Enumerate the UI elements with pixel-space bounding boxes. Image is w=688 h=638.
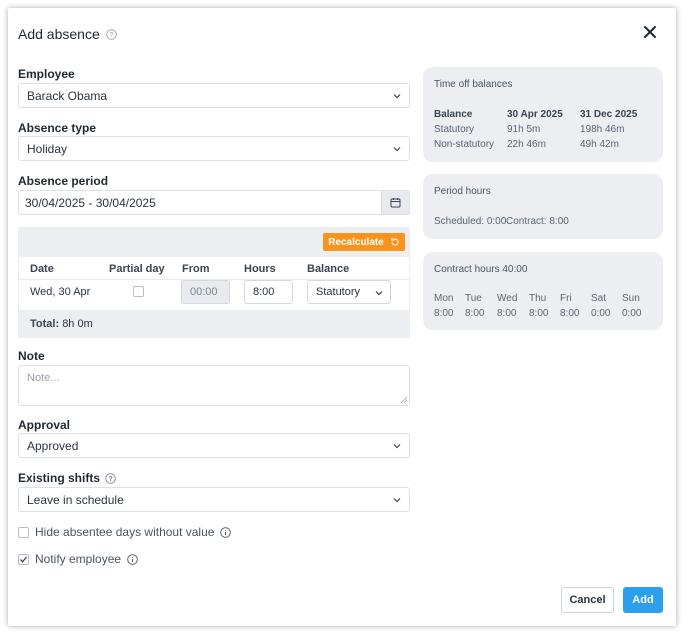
column-header-balance: Balance <box>307 263 350 275</box>
day-hours: 8:00 <box>560 308 580 319</box>
calendar-button[interactable] <box>381 190 410 215</box>
day-label: Thu <box>529 293 547 304</box>
day-label: Sun <box>622 293 640 304</box>
existing-shifts-label: Existing shifts <box>18 471 101 485</box>
balance-row-value: 91h 5m <box>507 124 541 135</box>
absence-period-label: Absence period <box>18 174 109 188</box>
day-label: Fri <box>560 293 572 304</box>
time-off-balances-panel: Time off balances Balance 30 Apr 2025 31… <box>423 67 663 162</box>
absence-type-label: Absence type <box>18 121 97 135</box>
recalculate-label: Recalculate <box>328 236 384 248</box>
column-header-from: From <box>182 263 210 275</box>
day-hours: 8:00 <box>465 308 485 319</box>
add-button[interactable]: Add <box>623 587 663 613</box>
column-header-hours: Hours <box>244 263 276 275</box>
info-icon[interactable] <box>220 526 232 538</box>
balance-select[interactable]: Statutory <box>307 280 391 304</box>
approval-select[interactable]: Approved <box>18 433 410 458</box>
day-label: Mon <box>434 293 454 304</box>
balance-row-value: 198h 46m <box>580 124 625 135</box>
dialog-title: Add absence <box>18 26 100 42</box>
absence-type-value: Holiday <box>27 141 68 156</box>
chevron-down-icon <box>393 444 401 449</box>
svg-text:?: ? <box>109 32 113 39</box>
dialog-title-row: Add absence ? <box>18 26 117 42</box>
existing-shifts-select[interactable]: Leave in schedule <box>18 487 410 512</box>
add-absence-dialog: Add absence ? Employee Barack Obama Abse… <box>8 8 676 626</box>
svg-text:?: ? <box>108 476 112 483</box>
balance-row-value: 49h 42m <box>580 139 619 150</box>
balance-row-name: Statutory <box>434 124 475 135</box>
day-hours: 0:00 <box>591 308 611 319</box>
contract-hours-panel: Contract hours 40:00 Mon Tue Wed Thu Fri… <box>423 252 663 330</box>
partial-day-checkbox[interactable] <box>133 286 144 297</box>
period-total: Total: 8h 0m <box>30 318 93 330</box>
employee-select[interactable]: Barack Obama <box>18 83 410 108</box>
existing-shifts-value: Leave in schedule <box>27 492 124 507</box>
calendar-icon <box>390 198 401 208</box>
refresh-icon <box>391 238 399 246</box>
balance-value: Statutory <box>316 286 361 298</box>
day-label: Wed <box>497 293 518 304</box>
row-date: Wed, 30 Apr <box>30 286 91 298</box>
period-hours-panel: Period hours Scheduled: 0:00 Contract: 8… <box>423 174 663 239</box>
hide-absentee-checkbox[interactable] <box>18 526 29 538</box>
approval-value: Approved <box>27 438 79 453</box>
period-table: Date Partial day From Hours Balance Wed,… <box>19 257 409 310</box>
cancel-button[interactable]: Cancel <box>561 587 614 613</box>
balance-row-name: Non-statutory <box>434 139 495 150</box>
balance-row-value: 22h 46m <box>507 139 546 150</box>
total-value: 8h 0m <box>62 318 93 330</box>
chevron-down-icon <box>375 291 383 296</box>
help-icon[interactable]: ? <box>105 28 117 40</box>
hours-input[interactable]: 8:00 <box>244 280 293 304</box>
note-placeholder: Note... <box>27 372 60 384</box>
absence-period-value: 30/04/2025 - 30/04/2025 <box>25 195 156 210</box>
hide-absentee-label: Hide absentee days without value <box>35 525 215 539</box>
recalculate-button[interactable]: Recalculate <box>323 233 405 251</box>
employee-label: Employee <box>18 67 75 81</box>
date-header-2: 31 Dec 2025 <box>580 109 638 120</box>
column-header-date: Date <box>30 263 54 275</box>
help-icon[interactable]: ? <box>105 472 116 484</box>
time-off-balances-title: Time off balances <box>434 79 513 90</box>
close-icon[interactable] <box>642 24 658 40</box>
resize-handle-icon[interactable] <box>401 397 407 403</box>
period-table-box: Recalculate Date Partial day From Hours … <box>18 227 410 338</box>
contract-hours-title: Contract hours 40:00 <box>434 264 528 275</box>
day-hours: 0:00 <box>622 308 642 319</box>
balance-header: Balance <box>434 109 473 120</box>
column-header-partial-day: Partial day <box>109 263 165 275</box>
note-label: Note <box>18 349 45 363</box>
date-header-1: 30 Apr 2025 <box>507 109 563 120</box>
day-hours: 8:00 <box>434 308 454 319</box>
chevron-down-icon <box>393 498 401 503</box>
absence-type-select[interactable]: Holiday <box>18 136 410 161</box>
from-time-input[interactable]: 00:00 <box>181 280 230 304</box>
approval-label: Approval <box>18 418 71 432</box>
absence-period-input[interactable]: 30/04/2025 - 30/04/2025 <box>18 190 410 215</box>
day-hours: 8:00 <box>529 308 549 319</box>
employee-value: Barack Obama <box>27 88 108 103</box>
info-icon[interactable] <box>127 553 138 565</box>
total-label: Total: <box>30 318 60 330</box>
notify-employee-row: Notify employee <box>18 552 138 566</box>
notify-employee-label: Notify employee <box>35 552 122 566</box>
day-label: Tue <box>465 293 482 304</box>
day-label: Sat <box>591 293 607 304</box>
chevron-down-icon <box>393 94 401 99</box>
contract-hours: Contract: 8:00 <box>506 216 569 227</box>
scheduled-hours: Scheduled: 0:00 <box>434 216 507 227</box>
notify-employee-checkbox[interactable] <box>18 553 29 565</box>
checkmark-icon <box>20 556 28 563</box>
period-hours-title: Period hours <box>434 186 491 197</box>
note-textarea[interactable]: Note... <box>18 365 410 406</box>
day-hours: 8:00 <box>497 308 517 319</box>
chevron-down-icon <box>393 147 401 152</box>
hide-absentee-row: Hide absentee days without value <box>18 525 232 539</box>
existing-shifts-label-row: Existing shifts ? <box>18 471 116 485</box>
